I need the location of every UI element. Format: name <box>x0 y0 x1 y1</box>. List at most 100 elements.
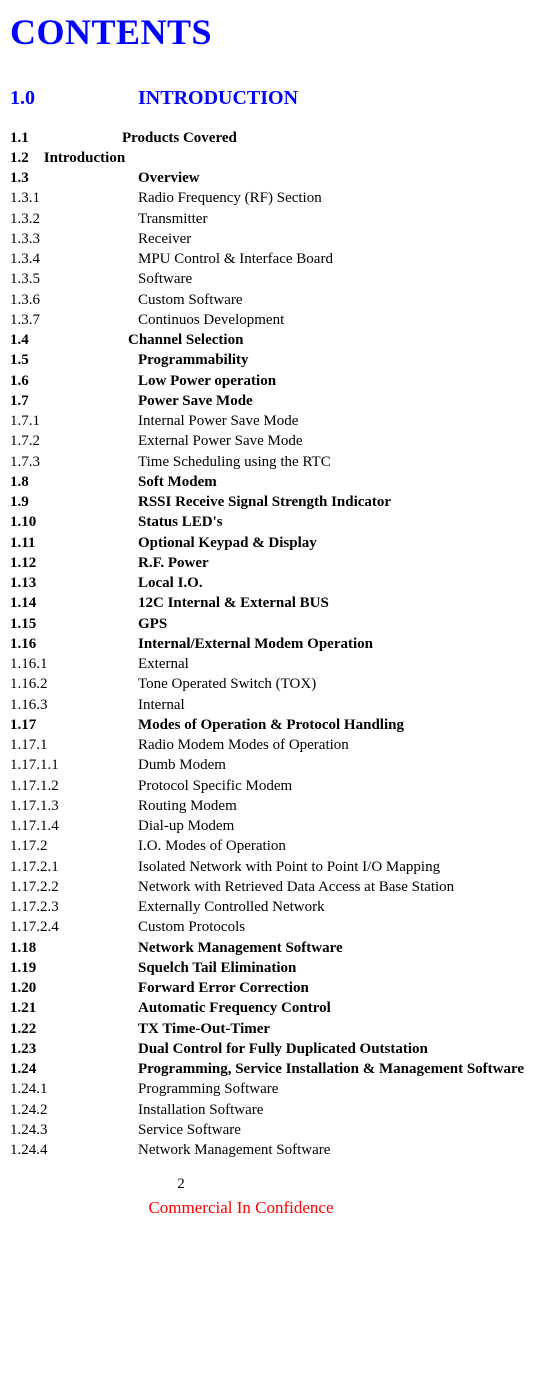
toc-entry-number: 1.17.1.2 <box>10 776 138 796</box>
toc-entry-number: 1.17.1.1 <box>10 755 138 775</box>
toc-entry: 1.17.2.2Network with Retrieved Data Acce… <box>10 877 532 897</box>
section-heading: 1.0 INTRODUCTION <box>10 85 532 112</box>
toc-entry-number: 1.16.1 <box>10 654 138 674</box>
toc-entry-label: Automatic Frequency Control <box>138 998 532 1018</box>
toc-entry: 1.16.2Tone Operated Switch (TOX) <box>10 674 532 694</box>
page-number: 2 <box>10 1174 532 1194</box>
toc-entry-number: 1.19 <box>10 958 138 978</box>
toc-entry-number: 1.5 <box>10 350 138 370</box>
toc-entry-label: Installation Software <box>138 1100 532 1120</box>
toc-entry: 1.6Low Power operation <box>10 371 532 391</box>
toc-entry: 1.7.2External Power Save Mode <box>10 431 532 451</box>
toc-entry-label: MPU Control & Interface Board <box>138 249 532 269</box>
toc-entry-number: 1.3.6 <box>10 290 138 310</box>
toc-entry: 1.3.7Continuos Development <box>10 310 532 330</box>
toc-entry-number: 1.7 <box>10 391 138 411</box>
toc-entry-number: 1.3.1 <box>10 188 138 208</box>
toc-entry-number: 1.18 <box>10 938 138 958</box>
toc-entry: 1.16.3Internal <box>10 695 532 715</box>
toc-entry-number: 1.14 <box>10 593 138 613</box>
toc-entry: 1.17.1.1Dumb Modem <box>10 755 532 775</box>
toc-entry: 1.12R.F. Power <box>10 553 532 573</box>
toc-entry-label: Continuos Development <box>138 310 532 330</box>
toc-entry: 1.24.4Network Management Software <box>10 1140 532 1160</box>
toc-entry-label: Time Scheduling using the RTC <box>138 452 532 472</box>
toc-entry-number: 1.17.1.3 <box>10 796 138 816</box>
toc-entry-label: Dial-up Modem <box>138 816 532 836</box>
toc-entry: 1.17.1.4Dial-up Modem <box>10 816 532 836</box>
toc-entry-number: 1.17 <box>10 715 138 735</box>
toc-entry: 1.24.3Service Software <box>10 1120 532 1140</box>
toc-entry-number: 1.16.3 <box>10 695 138 715</box>
toc-entry-number: 1.24 <box>10 1059 138 1079</box>
toc-entry-label: Programmability <box>138 350 532 370</box>
toc-entry-number: 1.7.3 <box>10 452 138 472</box>
toc-entry-label: Internal/External Modem Operation <box>138 634 532 654</box>
toc-entry-label: TX Time-Out-Timer <box>138 1019 532 1039</box>
toc-entry-number: 1.17.2 <box>10 836 138 856</box>
toc-entry-number: 1.24.4 <box>10 1140 138 1160</box>
toc-entry-number: 1.17.2.3 <box>10 897 138 917</box>
toc-entry-number: 1.6 <box>10 371 138 391</box>
toc-entry: 1.13Local I.O. <box>10 573 532 593</box>
toc-entry: 1.3.3Receiver <box>10 229 532 249</box>
toc-entry-number: 1.16 <box>10 634 138 654</box>
toc-entry-label: Internal Power Save Mode <box>138 411 532 431</box>
toc-entry: 1.19Squelch Tail Elimination <box>10 958 532 978</box>
toc-entry-label: Programming Software <box>138 1079 532 1099</box>
toc-entry-number: 1.10 <box>10 512 138 532</box>
toc-entry-label: Tone Operated Switch (TOX) <box>138 674 532 694</box>
toc-entry-number: 1.4 <box>10 330 128 350</box>
toc-entry-number: 1.20 <box>10 978 138 998</box>
toc-entry-label: Products Covered <box>122 128 532 148</box>
toc-entry-label: Programming, Service Installation & Mana… <box>138 1059 532 1079</box>
table-of-contents: 1.1Products Covered1.2 Introduction1.3Ov… <box>10 128 532 1161</box>
toc-entry-label: Transmitter <box>138 209 532 229</box>
toc-entry-label: Receiver <box>138 229 532 249</box>
toc-entry-number: 1.3 <box>10 168 138 188</box>
toc-entry-label: Channel Selection <box>128 330 532 350</box>
toc-entry-label: Network Management Software <box>138 1140 532 1160</box>
toc-entry-number: 1.24.3 <box>10 1120 138 1140</box>
toc-entry: 1.7.1Internal Power Save Mode <box>10 411 532 431</box>
toc-entry: 1.4Channel Selection <box>10 330 532 350</box>
toc-entry-label: Isolated Network with Point to Point I/O… <box>138 857 532 877</box>
toc-entry: 1.17.2I.O. Modes of Operation <box>10 836 532 856</box>
toc-entry: 1.17.1.3Routing Modem <box>10 796 532 816</box>
toc-entry-label: RSSI Receive Signal Strength Indicator <box>138 492 532 512</box>
confidential-notice: Commercial In Confidence <box>10 1197 532 1220</box>
toc-entry-number: 1.12 <box>10 553 138 573</box>
toc-entry-number: 1.13 <box>10 573 138 593</box>
toc-entry-label: Radio Frequency (RF) Section <box>138 188 532 208</box>
toc-entry: 1.20Forward Error Correction <box>10 978 532 998</box>
toc-entry-label: Network Management Software <box>138 938 532 958</box>
toc-entry-label: GPS <box>138 614 532 634</box>
toc-entry-number: 1.17.2.2 <box>10 877 138 897</box>
toc-entry-label: 12C Internal & External BUS <box>138 593 532 613</box>
toc-entry-number: 1.3.2 <box>10 209 138 229</box>
toc-entry: 1.3.2Transmitter <box>10 209 532 229</box>
toc-entry: 1.7.3Time Scheduling using the RTC <box>10 452 532 472</box>
toc-entry-number: 1.1 <box>10 128 122 148</box>
toc-entry: 1.15GPS <box>10 614 532 634</box>
toc-entry-label: Custom Protocols <box>138 917 532 937</box>
toc-entry-label: Overview <box>138 168 532 188</box>
toc-entry-label: Squelch Tail Elimination <box>138 958 532 978</box>
toc-entry-number: 1.17.1.4 <box>10 816 138 836</box>
toc-entry-label: I.O. Modes of Operation <box>138 836 532 856</box>
toc-entry-number: 1.3.3 <box>10 229 138 249</box>
toc-entry-number: 1.17.2.1 <box>10 857 138 877</box>
toc-entry-label: Status LED's <box>138 512 532 532</box>
toc-entry: 1.2 Introduction <box>10 148 532 168</box>
toc-entry: 1.5Programmability <box>10 350 532 370</box>
toc-entry-label: Externally Controlled Network <box>138 897 532 917</box>
toc-entry-number: 1.2 Introduction <box>10 148 532 168</box>
toc-entry-label: Optional Keypad & Display <box>138 533 532 553</box>
toc-entry: 1.16Internal/External Modem Operation <box>10 634 532 654</box>
toc-entry-number: 1.7.1 <box>10 411 138 431</box>
toc-entry: 1.17.1Radio Modem Modes of Operation <box>10 735 532 755</box>
toc-entry-label: Dual Control for Fully Duplicated Outsta… <box>138 1039 532 1059</box>
toc-entry-label: R.F. Power <box>138 553 532 573</box>
toc-entry-number: 1.24.1 <box>10 1079 138 1099</box>
toc-entry-label: Network with Retrieved Data Access at Ba… <box>138 877 532 897</box>
